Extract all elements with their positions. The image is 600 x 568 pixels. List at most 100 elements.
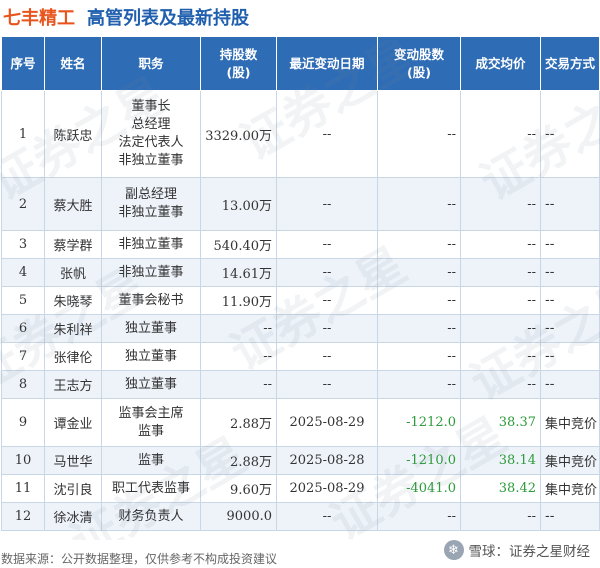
change-date: --: [276, 286, 378, 315]
brand-text: 雪球：证券之星财经: [468, 544, 591, 560]
table-row: 11 沈引良 职工代表监事 9.60万 2025-08-29 -4041.0 38.42 集中…: [1, 474, 600, 503]
shares-held: 14.61万: [200, 258, 277, 287]
executives-table: 序号 姓名 职务 持股数 (股) 最近变动日期 变动股数 (股) 成交均价 交易方式 1 陈跃忠 董事…: [1, 36, 600, 531]
avg-price: 38.42: [460, 474, 541, 503]
executive-title: 独立董事: [101, 370, 201, 399]
table-body: 1 陈跃忠 董事长 总经理 法定代表人 非独立董事 3329.00万 -- -- -- -- 2 蔡大胜…: [1, 90, 600, 531]
change-shares: -1212.0: [377, 398, 461, 447]
avg-price: --: [460, 90, 541, 178]
executive-name: 张律伦: [44, 342, 102, 371]
shares-held: 2.88万: [200, 398, 277, 447]
change-date: --: [276, 502, 378, 531]
avg-price: --: [460, 286, 541, 315]
table-row: 4 张帆 非独立董事 14.61万 -- -- -- --: [1, 258, 600, 287]
snowball-icon: ❄: [443, 540, 464, 560]
executive-name: 蔡大胜: [44, 177, 102, 231]
executive-name: 谭金业: [44, 398, 102, 447]
change-date: --: [276, 90, 378, 178]
executive-name: 沈引良: [44, 474, 102, 503]
trade-method: --: [540, 258, 600, 287]
change-shares: --: [377, 286, 461, 315]
table-row: 3 蔡学群 非独立董事 540.40万 -- -- -- --: [1, 230, 600, 259]
table-row: 10 马世华 监事 2.88万 2025-08-28 -1210.0 38.14 集中竞价: [1, 446, 600, 475]
column-header: 姓名: [44, 36, 102, 91]
row-number: 12: [1, 502, 45, 531]
change-shares: --: [377, 258, 461, 287]
change-shares: --: [377, 370, 461, 399]
shares-held: 11.90万: [200, 286, 277, 315]
avg-price: --: [460, 502, 541, 531]
avg-price: --: [460, 314, 541, 343]
executive-title: 财务负责人: [101, 502, 201, 531]
row-number: 5: [1, 286, 45, 315]
table-row: 9 谭金业 监事会主席 监事 2.88万 2025-08-29 -1212.0 38.37 集中…: [1, 398, 600, 447]
trade-method: --: [540, 314, 600, 343]
row-number: 1: [1, 90, 45, 178]
executive-title: 监事: [101, 446, 201, 475]
trade-method: --: [540, 286, 600, 315]
change-date: --: [276, 230, 378, 259]
shares-held: 9.60万: [200, 474, 277, 503]
executive-title: 董事会秘书: [101, 286, 201, 315]
executive-name: 蔡学群: [44, 230, 102, 259]
row-number: 7: [1, 342, 45, 371]
shares-held: 13.00万: [200, 177, 277, 231]
change-date: --: [276, 314, 378, 343]
row-number: 9: [1, 398, 45, 447]
change-shares: -4041.0: [377, 474, 461, 503]
executive-title: 董事长 总经理 法定代表人 非独立董事: [101, 90, 201, 178]
table-row: 2 蔡大胜 副总经理 非独立董事 13.00万 -- -- -- --: [1, 177, 600, 231]
row-number: 6: [1, 314, 45, 343]
column-header: 成交均价: [460, 36, 541, 91]
row-number: 3: [1, 230, 45, 259]
trade-method: 集中竞价: [540, 474, 600, 503]
change-shares: --: [377, 314, 461, 343]
executive-name: 朱晓琴: [44, 286, 102, 315]
shares-held: 2.88万: [200, 446, 277, 475]
avg-price: 38.37: [460, 398, 541, 447]
change-shares: --: [377, 177, 461, 231]
trade-method: --: [540, 342, 600, 371]
row-number: 8: [1, 370, 45, 399]
executive-name: 马世华: [44, 446, 102, 475]
row-number: 4: [1, 258, 45, 287]
executive-title: 非独立董事: [101, 258, 201, 287]
change-shares: --: [377, 230, 461, 259]
executive-name: 王志方: [44, 370, 102, 399]
shares-held: 9000.0: [200, 502, 277, 531]
avg-price: --: [460, 370, 541, 399]
trade-method: --: [540, 90, 600, 178]
change-date: --: [276, 370, 378, 399]
trade-method: --: [540, 230, 600, 259]
column-header: 持股数 (股): [200, 36, 277, 91]
column-header: 序号: [1, 36, 45, 91]
change-shares: --: [377, 342, 461, 371]
page-title: 高管列表及最新持股: [87, 8, 249, 29]
avg-price: --: [460, 342, 541, 371]
company-name: 七丰精工: [3, 8, 75, 29]
executive-name: 朱利祥: [44, 314, 102, 343]
shares-held: --: [200, 314, 277, 343]
change-shares: -1210.0: [377, 446, 461, 475]
row-number: 2: [1, 177, 45, 231]
title-bar: 七丰精工 高管列表及最新持股: [0, 0, 600, 34]
change-shares: --: [377, 90, 461, 178]
row-number: 10: [1, 446, 45, 475]
avg-price: 38.14: [460, 446, 541, 475]
executive-title: 副总经理 非独立董事: [101, 177, 201, 231]
trade-method: --: [540, 502, 600, 531]
shares-held: --: [200, 342, 277, 371]
trade-method: 集中竞价: [540, 398, 600, 447]
table-row: 7 张律伦 独立董事 -- -- -- -- --: [1, 342, 600, 371]
trade-method: --: [540, 177, 600, 231]
change-date: --: [276, 177, 378, 231]
table-row: 12 徐冰清 财务负责人 9000.0 -- -- -- --: [1, 502, 600, 531]
executive-title: 监事会主席 监事: [101, 398, 201, 447]
change-date: --: [276, 342, 378, 371]
change-date: 2025-08-29: [276, 398, 378, 447]
shares-held: 540.40万: [200, 230, 277, 259]
column-header: 交易方式: [540, 36, 600, 91]
executive-name: 徐冰清: [44, 502, 102, 531]
change-shares: --: [377, 502, 461, 531]
shares-held: --: [200, 370, 277, 399]
